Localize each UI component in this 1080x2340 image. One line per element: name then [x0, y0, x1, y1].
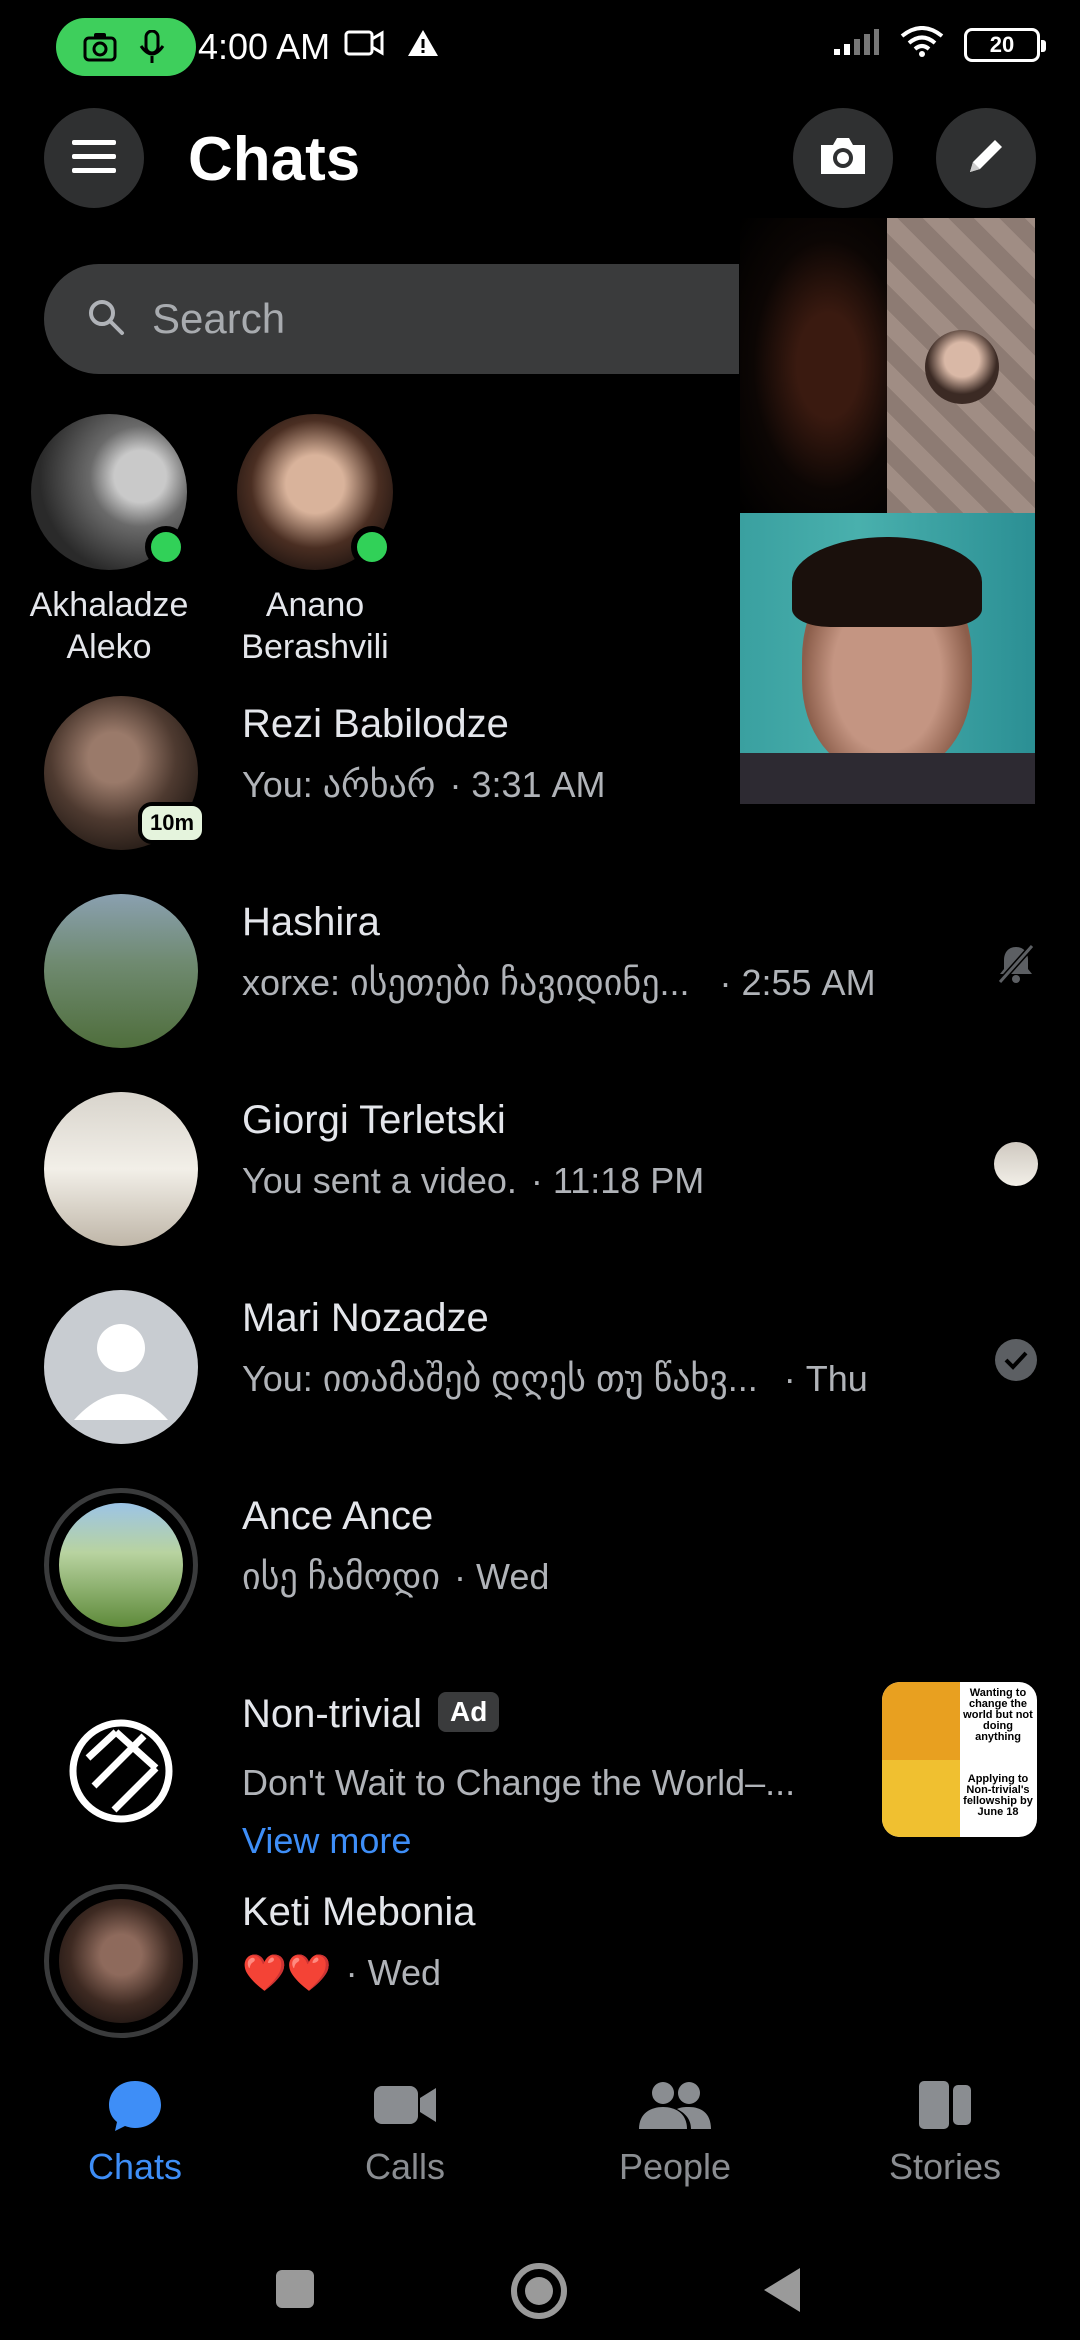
call-participant-tile[interactable] [887, 218, 1035, 513]
search-bar[interactable] [44, 264, 739, 374]
home-circle-icon [511, 2263, 567, 2319]
privacy-indicator [56, 18, 196, 76]
battery-indicator: 20 [964, 27, 1046, 62]
chat-time: · 11:18 PM [530, 1160, 705, 1201]
chat-preview: You sent a video. · 11:18 PM [242, 1160, 705, 1201]
chat-preview: ❤️❤️ · Wed [242, 1952, 442, 1993]
chat-name: Hashira [242, 900, 380, 944]
avatar [59, 1899, 183, 2023]
avatar [237, 414, 393, 570]
camera-in-use-icon [81, 28, 119, 66]
view-more-link[interactable]: View more [242, 1820, 411, 1862]
ad-badge: Ad [438, 1692, 500, 1732]
recents-button[interactable] [274, 2268, 316, 2315]
chat-row[interactable]: Mari Nozadze You: ითამაშებ დღეს თუ წახვ.… [0, 1276, 1080, 1446]
chat-row[interactable]: Hashira xorxe: ისეთები ჩავიდინე... · 2:55… [0, 880, 1080, 1050]
people-icon [540, 2070, 810, 2140]
camera-button[interactable] [793, 108, 893, 208]
chat-bubble-icon [0, 2070, 270, 2140]
avatar [31, 414, 187, 570]
page-title: Chats [188, 125, 361, 194]
call-participant-tile[interactable] [740, 218, 887, 513]
chat-row[interactable]: Ance Ance ისე ჩამოდი · Wed [0, 1474, 1080, 1644]
search-input[interactable] [152, 295, 652, 343]
back-button[interactable] [760, 2266, 804, 2319]
video-camera-icon [270, 2070, 540, 2140]
chat-name: Ance Ance [242, 1494, 434, 1538]
bottom-tab-bar: Chats Calls People Stories [0, 2070, 1080, 2210]
avatar [44, 894, 198, 1048]
story-ring [44, 1488, 198, 1642]
active-contact[interactable]: Anano Berashvili [215, 414, 415, 668]
online-indicator [145, 526, 187, 568]
chat-name: Rezi Babilodze [242, 702, 509, 746]
contact-name: Anano Berashvili [241, 586, 389, 666]
wifi-icon [900, 26, 944, 63]
menu-button[interactable] [44, 108, 144, 208]
chat-name: Non-trivial Ad [242, 1692, 500, 1737]
ad-row[interactable]: Non-trivial Ad Don't Wait to Change the W… [0, 1672, 1080, 1872]
square-icon [276, 2270, 314, 2308]
chat-preview: ისე ჩამოდი · Wed [242, 1556, 550, 1597]
chat-time: · 3:31 AM [449, 764, 606, 805]
microphone-in-use-icon [133, 28, 171, 66]
ad-thumbnail[interactable]: Wanting to change the world but not doin… [882, 1682, 1037, 1837]
chat-row[interactable]: 10m Rezi Babilodze You: არხარ · 3:31 AM [0, 682, 1080, 852]
chat-preview: xorxe: ისეთები ჩავიდინე... · 2:55 AM [242, 962, 876, 1003]
warning-icon [406, 28, 440, 63]
camera-icon [817, 135, 869, 182]
status-bar: 4:00 AM 20 [0, 0, 1080, 96]
chat-row[interactable]: Giorgi Terletski You sent a video. · 11:1… [0, 1078, 1080, 1248]
chat-preview: You: არხარ · 3:31 AM [242, 764, 606, 805]
advertiser-logo [44, 1686, 198, 1840]
default-user-icon [74, 1324, 168, 1420]
ad-text: Don't Wait to Change the World–... [242, 1762, 796, 1803]
compose-button[interactable] [936, 108, 1036, 208]
chat-time: · Wed [345, 1952, 442, 1993]
contact-name: Akhaladze Aleko [29, 586, 189, 666]
video-call-icon [344, 29, 384, 62]
avatar [59, 1503, 183, 1627]
chat-row[interactable]: Keti Mebonia ❤️❤️ · Wed [0, 1870, 1080, 2040]
sent-check-icon [994, 1338, 1038, 1387]
chat-time: · Wed [454, 1556, 550, 1597]
search-icon [86, 297, 126, 342]
story-ring [44, 1884, 198, 2038]
tab-calls[interactable]: Calls [270, 2070, 540, 2188]
tab-chats[interactable]: Chats [0, 2070, 270, 2188]
chat-name: Giorgi Terletski [242, 1098, 506, 1142]
active-time-badge: 10m [138, 802, 207, 844]
chat-name: Mari Nozadze [242, 1296, 489, 1340]
tab-people[interactable]: People [540, 2070, 810, 2188]
system-nav-bar [0, 2230, 1080, 2340]
stories-icon [810, 2070, 1080, 2140]
participant-avatar [925, 330, 999, 404]
hamburger-menu-icon [70, 137, 118, 180]
back-triangle-icon [764, 2268, 800, 2312]
signal-icon [832, 27, 880, 62]
read-receipt-avatar [994, 1142, 1038, 1186]
tab-stories[interactable]: Stories [810, 2070, 1080, 2188]
chat-time: · Thu [783, 1358, 868, 1399]
muted-icon [994, 942, 1038, 991]
home-button[interactable] [510, 2262, 568, 2325]
active-contact[interactable]: Akhaladze Aleko [9, 414, 209, 668]
clock: 4:00 AM [198, 26, 331, 67]
chat-time: · 2:55 AM [719, 962, 876, 1003]
chat-preview: You: ითამაშებ დღეს თუ წახვ... · Thu [242, 1358, 868, 1399]
online-indicator [351, 526, 393, 568]
avatar [44, 1290, 198, 1444]
app-header: Chats [0, 108, 1080, 212]
pencil-icon [964, 134, 1008, 183]
avatar [44, 1092, 198, 1246]
chat-name: Keti Mebonia [242, 1890, 476, 1934]
